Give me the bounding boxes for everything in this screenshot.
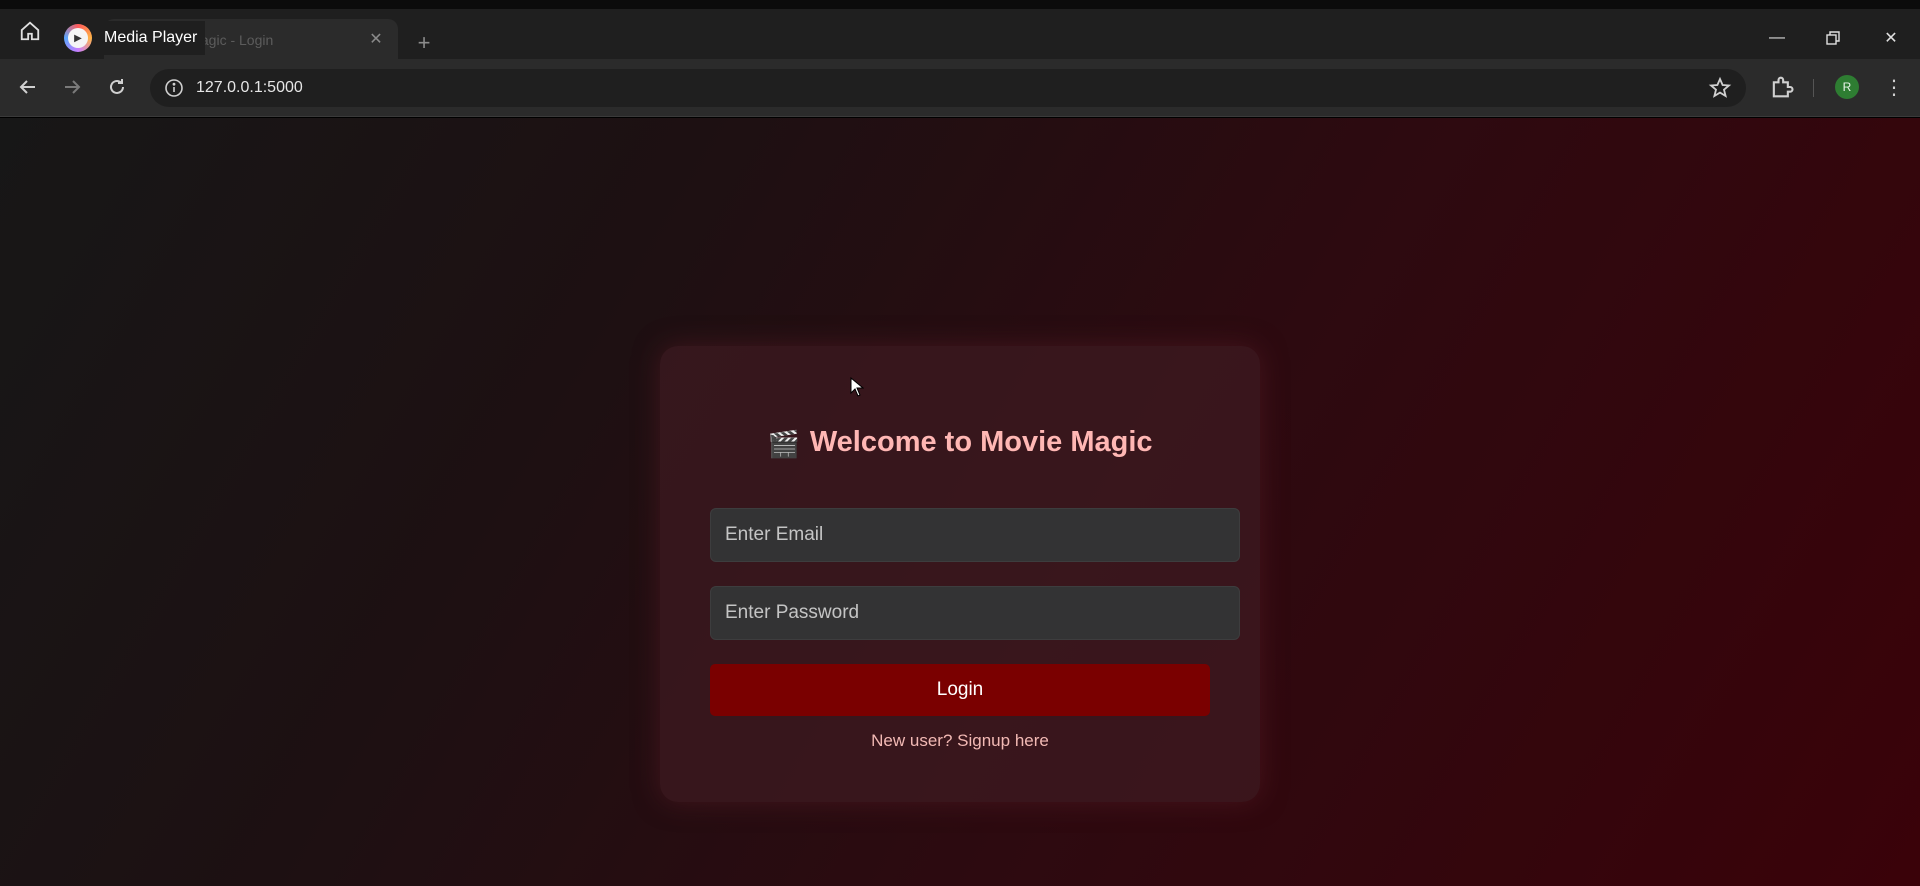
tab-bar: Movie Magic - Login ✕ + ▶ Media Player —…	[0, 9, 1920, 59]
back-icon[interactable]	[12, 71, 44, 103]
media-player-overlay[interactable]: ▶ Media Player	[64, 21, 206, 55]
page-title: 🎬 Welcome to Movie Magic	[660, 426, 1260, 460]
reload-icon[interactable]	[101, 71, 133, 103]
home-icon	[20, 21, 40, 41]
media-player-icon: ▶	[64, 24, 92, 52]
minimize-icon[interactable]: —	[1762, 25, 1792, 51]
bookmark-star-icon[interactable]	[1708, 76, 1732, 100]
toolbar-divider	[1813, 79, 1814, 97]
site-info-icon[interactable]	[164, 78, 184, 98]
media-player-title: Media Player	[104, 29, 198, 46]
login-card: 🎬 Welcome to Movie Magic Login New user? …	[660, 346, 1260, 802]
clapper-icon: 🎬	[767, 429, 800, 459]
url-text[interactable]: 127.0.0.1:5000	[196, 79, 303, 97]
extensions-icon[interactable]	[1768, 73, 1796, 101]
login-button[interactable]: Login	[710, 664, 1210, 716]
address-bar[interactable]: 127.0.0.1:5000	[150, 69, 1746, 107]
home-button[interactable]	[14, 15, 46, 47]
window-close-icon[interactable]: ✕	[1876, 25, 1906, 51]
menu-icon[interactable]: ⋮	[1880, 73, 1908, 101]
forward-icon[interactable]	[56, 71, 88, 103]
signup-prompt: New user? Signup here	[660, 731, 1260, 751]
restore-icon[interactable]	[1818, 25, 1848, 51]
cursor-icon	[850, 377, 864, 397]
page-viewport: 🎬 Welcome to Movie Magic Login New user? …	[0, 118, 1920, 886]
browser-toolbar: 127.0.0.1:5000 R ⋮	[0, 59, 1920, 117]
password-field[interactable]	[710, 586, 1240, 640]
new-tab-icon[interactable]: +	[410, 29, 438, 57]
page-title-text: Welcome to Movie Magic	[809, 426, 1153, 458]
signup-link[interactable]: Signup here	[957, 731, 1049, 750]
email-field[interactable]	[710, 508, 1240, 562]
title-strip	[0, 0, 1920, 9]
close-icon[interactable]: ✕	[366, 29, 386, 49]
profile-avatar[interactable]: R	[1835, 75, 1859, 99]
signup-prompt-text: New user?	[871, 731, 953, 750]
